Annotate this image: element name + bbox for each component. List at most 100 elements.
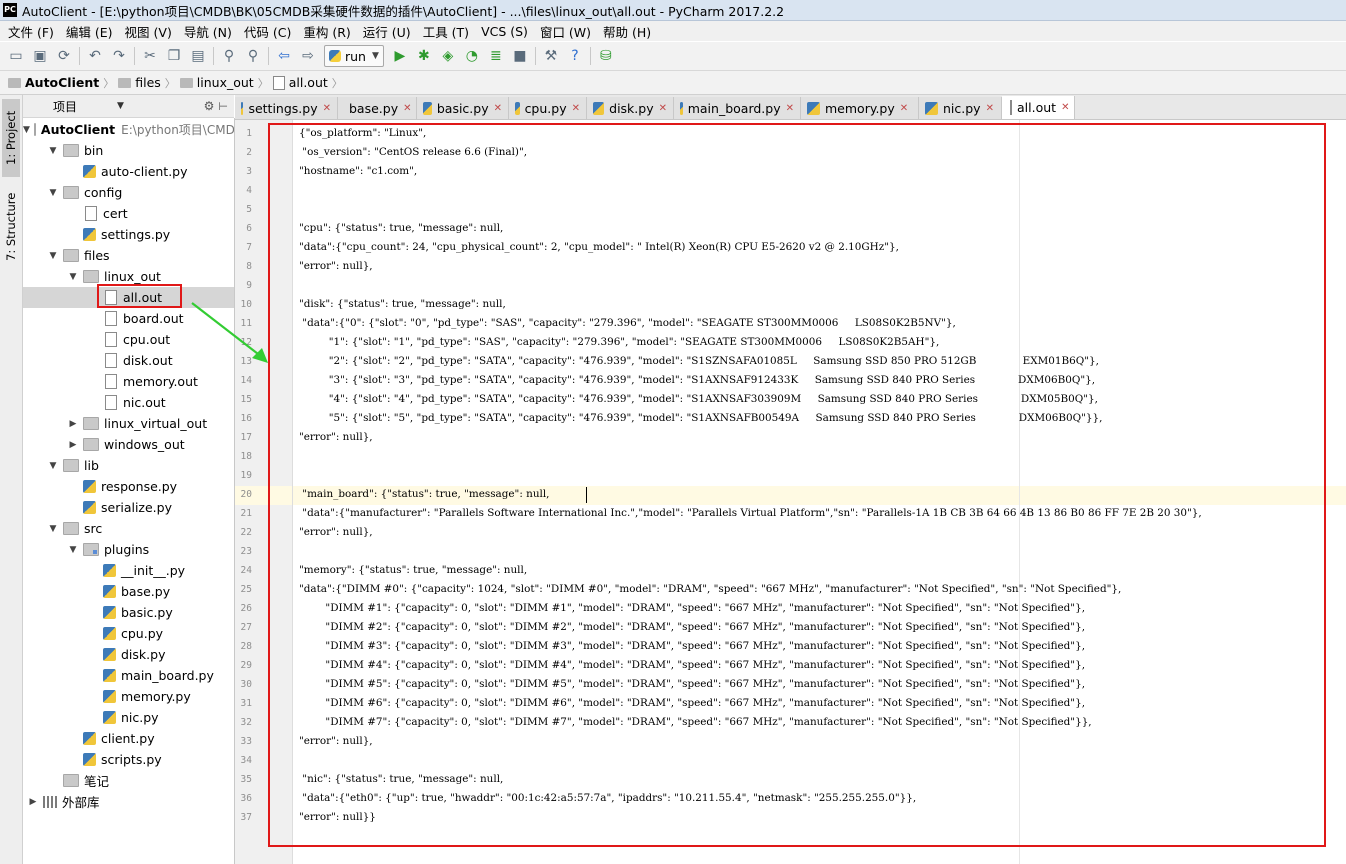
gear-icon[interactable]: ⚙ <box>204 99 215 113</box>
run-icon[interactable]: ▶ <box>390 46 410 66</box>
tab-settings-py[interactable]: settings.py ✕ <box>235 97 338 119</box>
menu-item-8[interactable]: VCS (S) <box>475 24 534 39</box>
menu-item-10[interactable]: 帮助 (H) <box>597 22 657 41</box>
menu-item-9[interactable]: 窗口 (W) <box>534 22 597 41</box>
tab-nic-py[interactable]: nic.py ✕ <box>919 97 1002 119</box>
cut-icon[interactable]: ✂ <box>140 46 160 66</box>
close-icon[interactable]: ✕ <box>659 103 667 114</box>
tab-memory-py[interactable]: memory.py ✕ <box>801 97 919 119</box>
help-icon[interactable]: ? <box>565 46 585 66</box>
collapse-icon[interactable]: ⊢ <box>218 100 228 113</box>
back-icon[interactable]: ⇦ <box>274 46 294 66</box>
chevron-down-icon[interactable]: ▼ <box>23 125 30 135</box>
tree-item[interactable]: 笔记 <box>23 770 234 791</box>
chevron-down-icon[interactable]: ▼ <box>117 101 124 111</box>
run-config-select[interactable]: run ▼ <box>324 45 384 67</box>
tab-main-board-py[interactable]: main_board.py ✕ <box>674 97 801 119</box>
close-icon[interactable]: ✕ <box>900 103 908 114</box>
close-icon[interactable]: ✕ <box>986 103 994 114</box>
tree-item[interactable]: disk.py <box>23 644 234 665</box>
close-icon[interactable]: ✕ <box>786 103 794 114</box>
concurrency-icon[interactable]: ≣ <box>486 46 506 66</box>
tab-all-out[interactable]: all.out ✕ <box>1002 96 1075 119</box>
chevron-right-icon[interactable]: ▶ <box>67 440 79 450</box>
close-icon[interactable]: ✕ <box>572 103 580 114</box>
breadcrumb-item-files[interactable]: files <box>118 75 161 90</box>
tree-item[interactable]: scripts.py <box>23 749 234 770</box>
breadcrumb-item-autoclient[interactable]: AutoClient <box>8 75 99 90</box>
tree-item[interactable]: base.py <box>23 581 234 602</box>
breadcrumb-item-all-out[interactable]: all.out <box>272 75 328 90</box>
tree-item[interactable]: settings.py <box>23 224 234 245</box>
tree-item[interactable]: memory.py <box>23 686 234 707</box>
tab-disk-py[interactable]: disk.py ✕ <box>587 97 674 119</box>
menu-item-7[interactable]: 工具 (T) <box>417 22 475 41</box>
paste-icon[interactable]: ▤ <box>188 46 208 66</box>
save-icon[interactable]: ▣ <box>30 46 50 66</box>
menu-item-5[interactable]: 重构 (R) <box>297 22 356 41</box>
chevron-down-icon[interactable]: ▼ <box>47 146 59 156</box>
project-view-select[interactable]: 项目 <box>53 98 77 115</box>
tab-basic-py[interactable]: basic.py ✕ <box>417 97 509 119</box>
tree-item[interactable]: nic.out <box>23 392 234 413</box>
chevron-down-icon[interactable]: ▼ <box>67 545 79 555</box>
tree-item[interactable]: ▶ linux_virtual_out <box>23 413 234 434</box>
tab-cpu-py[interactable]: cpu.py ✕ <box>509 97 587 119</box>
menu-item-6[interactable]: 运行 (U) <box>357 22 417 41</box>
tab-base-py[interactable]: base.py ✕ <box>338 97 417 119</box>
tree-item[interactable]: ▼ config <box>23 182 234 203</box>
profile-icon[interactable]: ◔ <box>462 46 482 66</box>
tree-item[interactable]: cert <box>23 203 234 224</box>
stop-icon[interactable]: ■ <box>510 46 530 66</box>
tree-item[interactable]: ▼ bin <box>23 140 234 161</box>
close-icon[interactable]: ✕ <box>1061 102 1069 113</box>
tree-item[interactable]: response.py <box>23 476 234 497</box>
open-folder-icon[interactable]: ▭ <box>6 46 26 66</box>
tree-item[interactable]: ▶ windows_out <box>23 434 234 455</box>
tree-item[interactable]: ▼ src <box>23 518 234 539</box>
menu-item-2[interactable]: 视图 (V) <box>119 22 178 41</box>
redo-icon[interactable]: ↷ <box>109 46 129 66</box>
chevron-down-icon[interactable]: ▼ <box>67 272 79 282</box>
tree-item[interactable]: nic.py <box>23 707 234 728</box>
close-icon[interactable]: ✕ <box>403 103 411 114</box>
undo-icon[interactable]: ↶ <box>85 46 105 66</box>
chevron-right-icon[interactable]: ▶ <box>67 419 79 429</box>
tree-item[interactable]: cpu.py <box>23 623 234 644</box>
tree-item[interactable]: main_board.py <box>23 665 234 686</box>
menu-item-1[interactable]: 编辑 (E) <box>60 22 119 41</box>
copy-icon[interactable]: ❐ <box>164 46 184 66</box>
sync-icon[interactable]: ⟳ <box>54 46 74 66</box>
chevron-right-icon[interactable]: ▶ <box>27 797 39 807</box>
find-icon[interactable]: ⚲ <box>219 46 239 66</box>
menu-item-0[interactable]: 文件 (F) <box>2 22 60 41</box>
chevron-down-icon[interactable]: ▼ <box>47 461 59 471</box>
tree-item[interactable]: serialize.py <box>23 497 234 518</box>
coverage-icon[interactable]: ◈ <box>438 46 458 66</box>
chevron-down-icon[interactable]: ▼ <box>47 251 59 261</box>
breadcrumb-item-linux-out[interactable]: linux_out <box>179 75 254 90</box>
forward-icon[interactable]: ⇨ <box>298 46 318 66</box>
chevron-down-icon[interactable]: ▼ <box>47 524 59 534</box>
replace-icon[interactable]: ⚲ <box>243 46 263 66</box>
tree-item[interactable]: client.py <box>23 728 234 749</box>
settings-icon[interactable]: ⚒ <box>541 46 561 66</box>
close-icon[interactable]: ✕ <box>494 103 502 114</box>
menu-item-4[interactable]: 代码 (C) <box>238 22 297 41</box>
debug-icon[interactable]: ✱ <box>414 46 434 66</box>
project-tool-tab[interactable]: 1: Project <box>2 99 20 177</box>
tree-item[interactable]: ▼ lib <box>23 455 234 476</box>
chevron-down-icon[interactable]: ▼ <box>47 188 59 198</box>
tree-item-label: scripts.py <box>101 752 162 767</box>
close-icon[interactable]: ✕ <box>323 103 331 114</box>
tree-item[interactable]: basic.py <box>23 602 234 623</box>
vcs-icon[interactable]: ⛁ <box>596 46 616 66</box>
tree-item[interactable]: __init__.py <box>23 560 234 581</box>
structure-tool-tab[interactable]: 7: Structure <box>2 187 20 267</box>
tree-item[interactable]: auto-client.py <box>23 161 234 182</box>
tree-item[interactable]: ▼ AutoClient E:\python项目\CMDB\BK\05CMDB采集硬… <box>23 119 234 140</box>
menu-item-3[interactable]: 导航 (N) <box>178 22 238 41</box>
tree-item[interactable]: ▶ 外部库 <box>23 791 234 812</box>
tree-item[interactable]: ▼ files <box>23 245 234 266</box>
tree-item[interactable]: ▼ plugins <box>23 539 234 560</box>
